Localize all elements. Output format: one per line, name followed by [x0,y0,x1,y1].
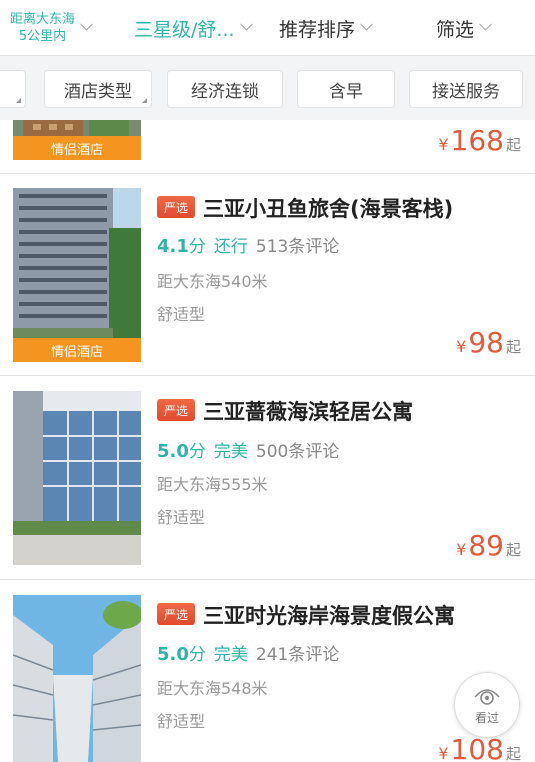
star-filter-label: 三星级/舒... [134,18,235,41]
distance-filter[interactable]: 距离大东海 5公里内 [10,0,93,56]
chevron-down-icon [80,17,93,31]
hotel-distance: 距大东海555米 [157,475,268,494]
rating-level: 完美 [213,442,248,462]
hotel-distance: 距大东海540米 [157,272,268,291]
distance-label-line1: 距离大东海 [10,12,76,27]
hotel-photo [13,391,141,565]
quick-filter-chips: 酒店类型 经济连锁 含早 接送服务 [0,56,535,120]
hotel-type: 舒适型 [157,712,206,731]
hotel-rating: 4.1分 还行 513条评论 [157,236,340,257]
chevron-down-icon [479,17,492,31]
filter-bar: 距离大东海 5公里内 三星级/舒... 推荐排序 筛选 [0,0,535,56]
hotel-name: 三亚小丑鱼旅舍(海景客栈) [203,197,454,221]
corner-indicator-icon [16,98,21,103]
review-count: 241条评论 [255,645,340,665]
hotel-photo: 情侣酒店 [13,188,141,362]
hotel-photo-image [13,391,141,565]
hotel-tag: 情侣酒店 [13,136,141,160]
hotel-name: 三亚蔷薇海滨轻居公寓 [203,400,413,424]
yanxuan-badge: 严选 [157,603,195,625]
price-value: 168 [450,124,504,157]
hotel-photo-image [13,188,141,362]
price-value: 89 [468,529,504,562]
chip-label: 含早 [329,81,363,102]
rating-score: 5.0 [157,644,189,665]
rating-level: 完美 [213,645,248,665]
price-value: 108 [450,733,504,762]
more-filter-label: 筛选 [436,18,475,41]
hotel-card[interactable]: 严选 三亚蔷薇海滨轻居公寓 5.0分 完美 500条评论 距大东海555米 舒适型 … [0,377,535,580]
rating-score: 5.0 [157,441,189,462]
chip-breakfast[interactable]: 含早 [297,70,395,108]
sort-filter-label: 推荐排序 [279,18,356,41]
corner-indicator-icon [142,98,147,103]
yanxuan-badge: 严选 [157,196,195,218]
viewed-label: 看过 [474,710,499,725]
chip-label: 经济连锁 [191,81,259,102]
hotel-card[interactable]: 情侣酒店 严选 三亚小丑鱼旅舍(海景客栈) 4.1分 还行 513条评论 距大东海5… [0,174,535,376]
hotel-photo: 情侣酒店 [13,120,141,160]
rating-level: 还行 [213,237,248,257]
yanxuan-badge: 严选 [157,399,195,421]
hotel-photo-image [13,595,141,762]
hotel-price: ¥ 168 起 [438,124,521,157]
star-filter[interactable]: 三星级/舒... [134,0,253,56]
eye-icon [474,688,500,705]
hotel-type: 舒适型 [157,305,206,324]
hotel-distance: 距大东海548米 [157,679,268,698]
sort-filter[interactable]: 推荐排序 [279,0,373,56]
hotel-card[interactable]: 情侣酒店 ¥ 168 起 [0,120,535,174]
chip-label: 酒店类型 [64,81,132,102]
hotel-rating: 5.0分 完美 241条评论 [157,644,340,665]
chip-partial[interactable] [0,70,26,108]
distance-label-line2: 5公里内 [18,29,67,44]
chip-transfer[interactable]: 接送服务 [409,70,523,108]
hotel-tag: 情侣酒店 [13,338,141,362]
review-count: 513条评论 [255,237,340,257]
hotel-rating: 5.0分 完美 500条评论 [157,441,340,462]
hotel-name: 三亚时光海岸海景度假公寓 [203,604,455,628]
review-count: 500条评论 [255,442,340,462]
rating-score: 4.1 [157,236,189,257]
hotel-photo [13,595,141,762]
price-value: 98 [468,326,504,359]
hotel-type: 舒适型 [157,508,206,527]
viewed-history-button[interactable]: 看过 [454,672,520,738]
chip-economy-chain[interactable]: 经济连锁 [167,70,283,108]
chip-hotel-type[interactable]: 酒店类型 [44,70,152,108]
chip-label: 接送服务 [432,81,500,102]
chevron-down-icon [360,17,373,31]
chevron-down-icon [239,17,253,31]
hotel-price: ¥ 89 起 [456,529,521,562]
more-filter[interactable]: 筛选 [436,0,492,56]
hotel-card[interactable]: 严选 三亚时光海岸海景度假公寓 5.0分 完美 241条评论 距大东海548米 舒适… [0,581,535,762]
hotel-price: ¥ 98 起 [456,326,521,359]
